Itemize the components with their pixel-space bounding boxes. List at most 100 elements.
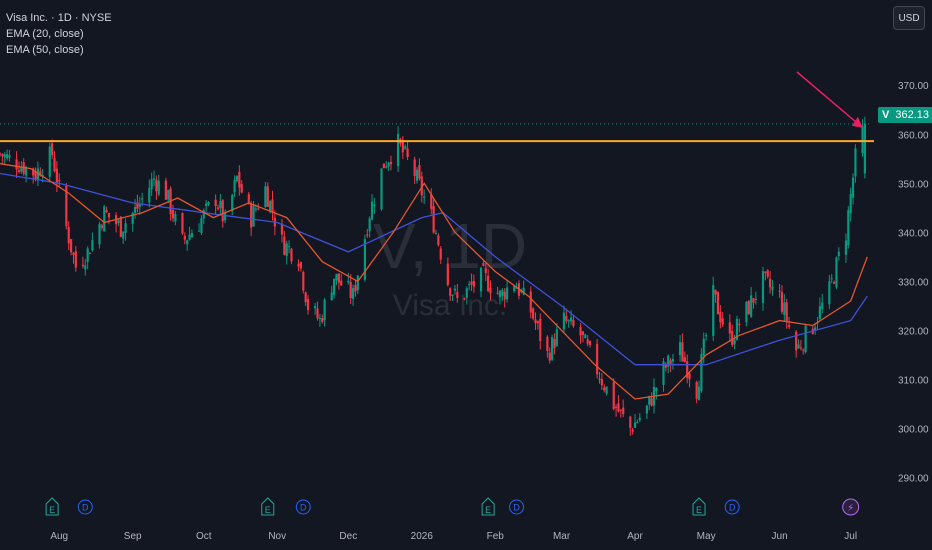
candle-body[interactable]: [186, 240, 189, 245]
candle-body[interactable]: [269, 200, 272, 211]
candle-body[interactable]: [539, 318, 542, 341]
candle-body[interactable]: [536, 321, 539, 324]
candle-body[interactable]: [88, 252, 92, 254]
candle-body[interactable]: [219, 200, 222, 208]
candle-body[interactable]: [432, 206, 435, 233]
candle-body[interactable]: [107, 212, 111, 218]
candle-body[interactable]: [783, 302, 786, 315]
candle-body[interactable]: [415, 169, 419, 181]
candle-body[interactable]: [631, 429, 634, 432]
candle-body[interactable]: [598, 378, 601, 380]
candle-body[interactable]: [53, 157, 56, 172]
candle-body[interactable]: [617, 403, 620, 412]
candle-body[interactable]: [385, 166, 388, 168]
candle-body[interactable]: [297, 263, 300, 267]
candle-body[interactable]: [100, 225, 103, 228]
candle-body[interactable]: [271, 199, 274, 213]
candle-body[interactable]: [72, 252, 75, 255]
candle-body[interactable]: [250, 203, 253, 228]
candle-body[interactable]: [190, 233, 194, 238]
candle-body[interactable]: [754, 298, 757, 300]
candle-body[interactable]: [257, 208, 260, 210]
candle-body[interactable]: [69, 239, 73, 253]
candle-body[interactable]: [712, 285, 715, 336]
candle-body[interactable]: [714, 289, 717, 295]
candle-body[interactable]: [370, 201, 374, 220]
candle-body[interactable]: [84, 265, 87, 270]
candle-body[interactable]: [413, 159, 416, 176]
candle-body[interactable]: [406, 148, 409, 158]
candle-body[interactable]: [197, 230, 201, 232]
candle-body[interactable]: [697, 386, 701, 401]
candle-body[interactable]: [569, 317, 573, 322]
candle-body[interactable]: [221, 200, 224, 222]
candle-body[interactable]: [347, 280, 350, 283]
candle-body[interactable]: [404, 146, 407, 149]
candle-body[interactable]: [629, 416, 632, 428]
candle-body[interactable]: [849, 193, 852, 214]
candle-body[interactable]: [828, 281, 831, 305]
candle-body[interactable]: [333, 278, 336, 295]
candle-body[interactable]: [638, 417, 641, 421]
candle-body[interactable]: [645, 405, 648, 414]
candle-body[interactable]: [235, 175, 239, 182]
candle-body[interactable]: [795, 331, 798, 351]
candle-body[interactable]: [487, 275, 490, 291]
candle-body[interactable]: [451, 294, 454, 296]
candle-body[interactable]: [15, 159, 18, 170]
candle-body[interactable]: [188, 234, 191, 240]
candle-body[interactable]: [122, 231, 125, 239]
candle-body[interactable]: [157, 180, 160, 195]
candle-body[interactable]: [463, 298, 466, 300]
candle-body[interactable]: [529, 291, 532, 313]
candle-body[interactable]: [314, 306, 317, 309]
candle-body[interactable]: [247, 194, 250, 203]
candle-body[interactable]: [752, 298, 755, 303]
candle-body[interactable]: [252, 205, 255, 227]
candle-body[interactable]: [133, 207, 137, 213]
candle-body[interactable]: [382, 163, 385, 169]
candle-body[interactable]: [48, 146, 51, 177]
candle-body[interactable]: [804, 325, 807, 353]
candle-body[interactable]: [283, 236, 286, 255]
candle-body[interactable]: [449, 288, 452, 296]
candle-body[interactable]: [479, 267, 483, 292]
candle-body[interactable]: [81, 264, 85, 267]
candle-body[interactable]: [778, 290, 781, 292]
candle-body[interactable]: [761, 271, 765, 303]
candle-body[interactable]: [164, 180, 167, 200]
candle-body[interactable]: [205, 203, 208, 206]
candle-body[interactable]: [771, 286, 774, 290]
candle-body[interactable]: [349, 281, 352, 298]
candle-body[interactable]: [264, 186, 267, 208]
candle-body[interactable]: [567, 320, 570, 322]
candle-body[interactable]: [562, 312, 566, 330]
candle-body[interactable]: [401, 141, 404, 153]
candle-body[interactable]: [565, 315, 568, 322]
candle-body[interactable]: [861, 126, 864, 154]
candle-body[interactable]: [847, 210, 850, 246]
candle-body[interactable]: [614, 406, 618, 408]
candle-body[interactable]: [321, 318, 324, 322]
candle-body[interactable]: [785, 302, 788, 322]
candle-body[interactable]: [721, 318, 724, 325]
candle-body[interactable]: [605, 386, 608, 394]
candle-body[interactable]: [1, 154, 4, 157]
candle-body[interactable]: [596, 343, 599, 375]
candle-body[interactable]: [728, 322, 731, 334]
candle-body[interactable]: [67, 227, 70, 244]
candle-body[interactable]: [233, 180, 236, 193]
candle-body[interactable]: [351, 287, 355, 299]
candle-body[interactable]: [238, 171, 241, 188]
candle-body[interactable]: [105, 210, 108, 213]
candle-body[interactable]: [854, 148, 857, 177]
candle-body[interactable]: [183, 235, 186, 240]
candle-body[interactable]: [200, 218, 203, 233]
candle-body[interactable]: [0, 153, 2, 155]
candle-body[interactable]: [612, 382, 615, 409]
candle-body[interactable]: [534, 319, 537, 324]
candle-body[interactable]: [572, 319, 575, 327]
candle-body[interactable]: [318, 318, 321, 320]
candle-body[interactable]: [465, 288, 468, 298]
candle-body[interactable]: [832, 282, 836, 284]
